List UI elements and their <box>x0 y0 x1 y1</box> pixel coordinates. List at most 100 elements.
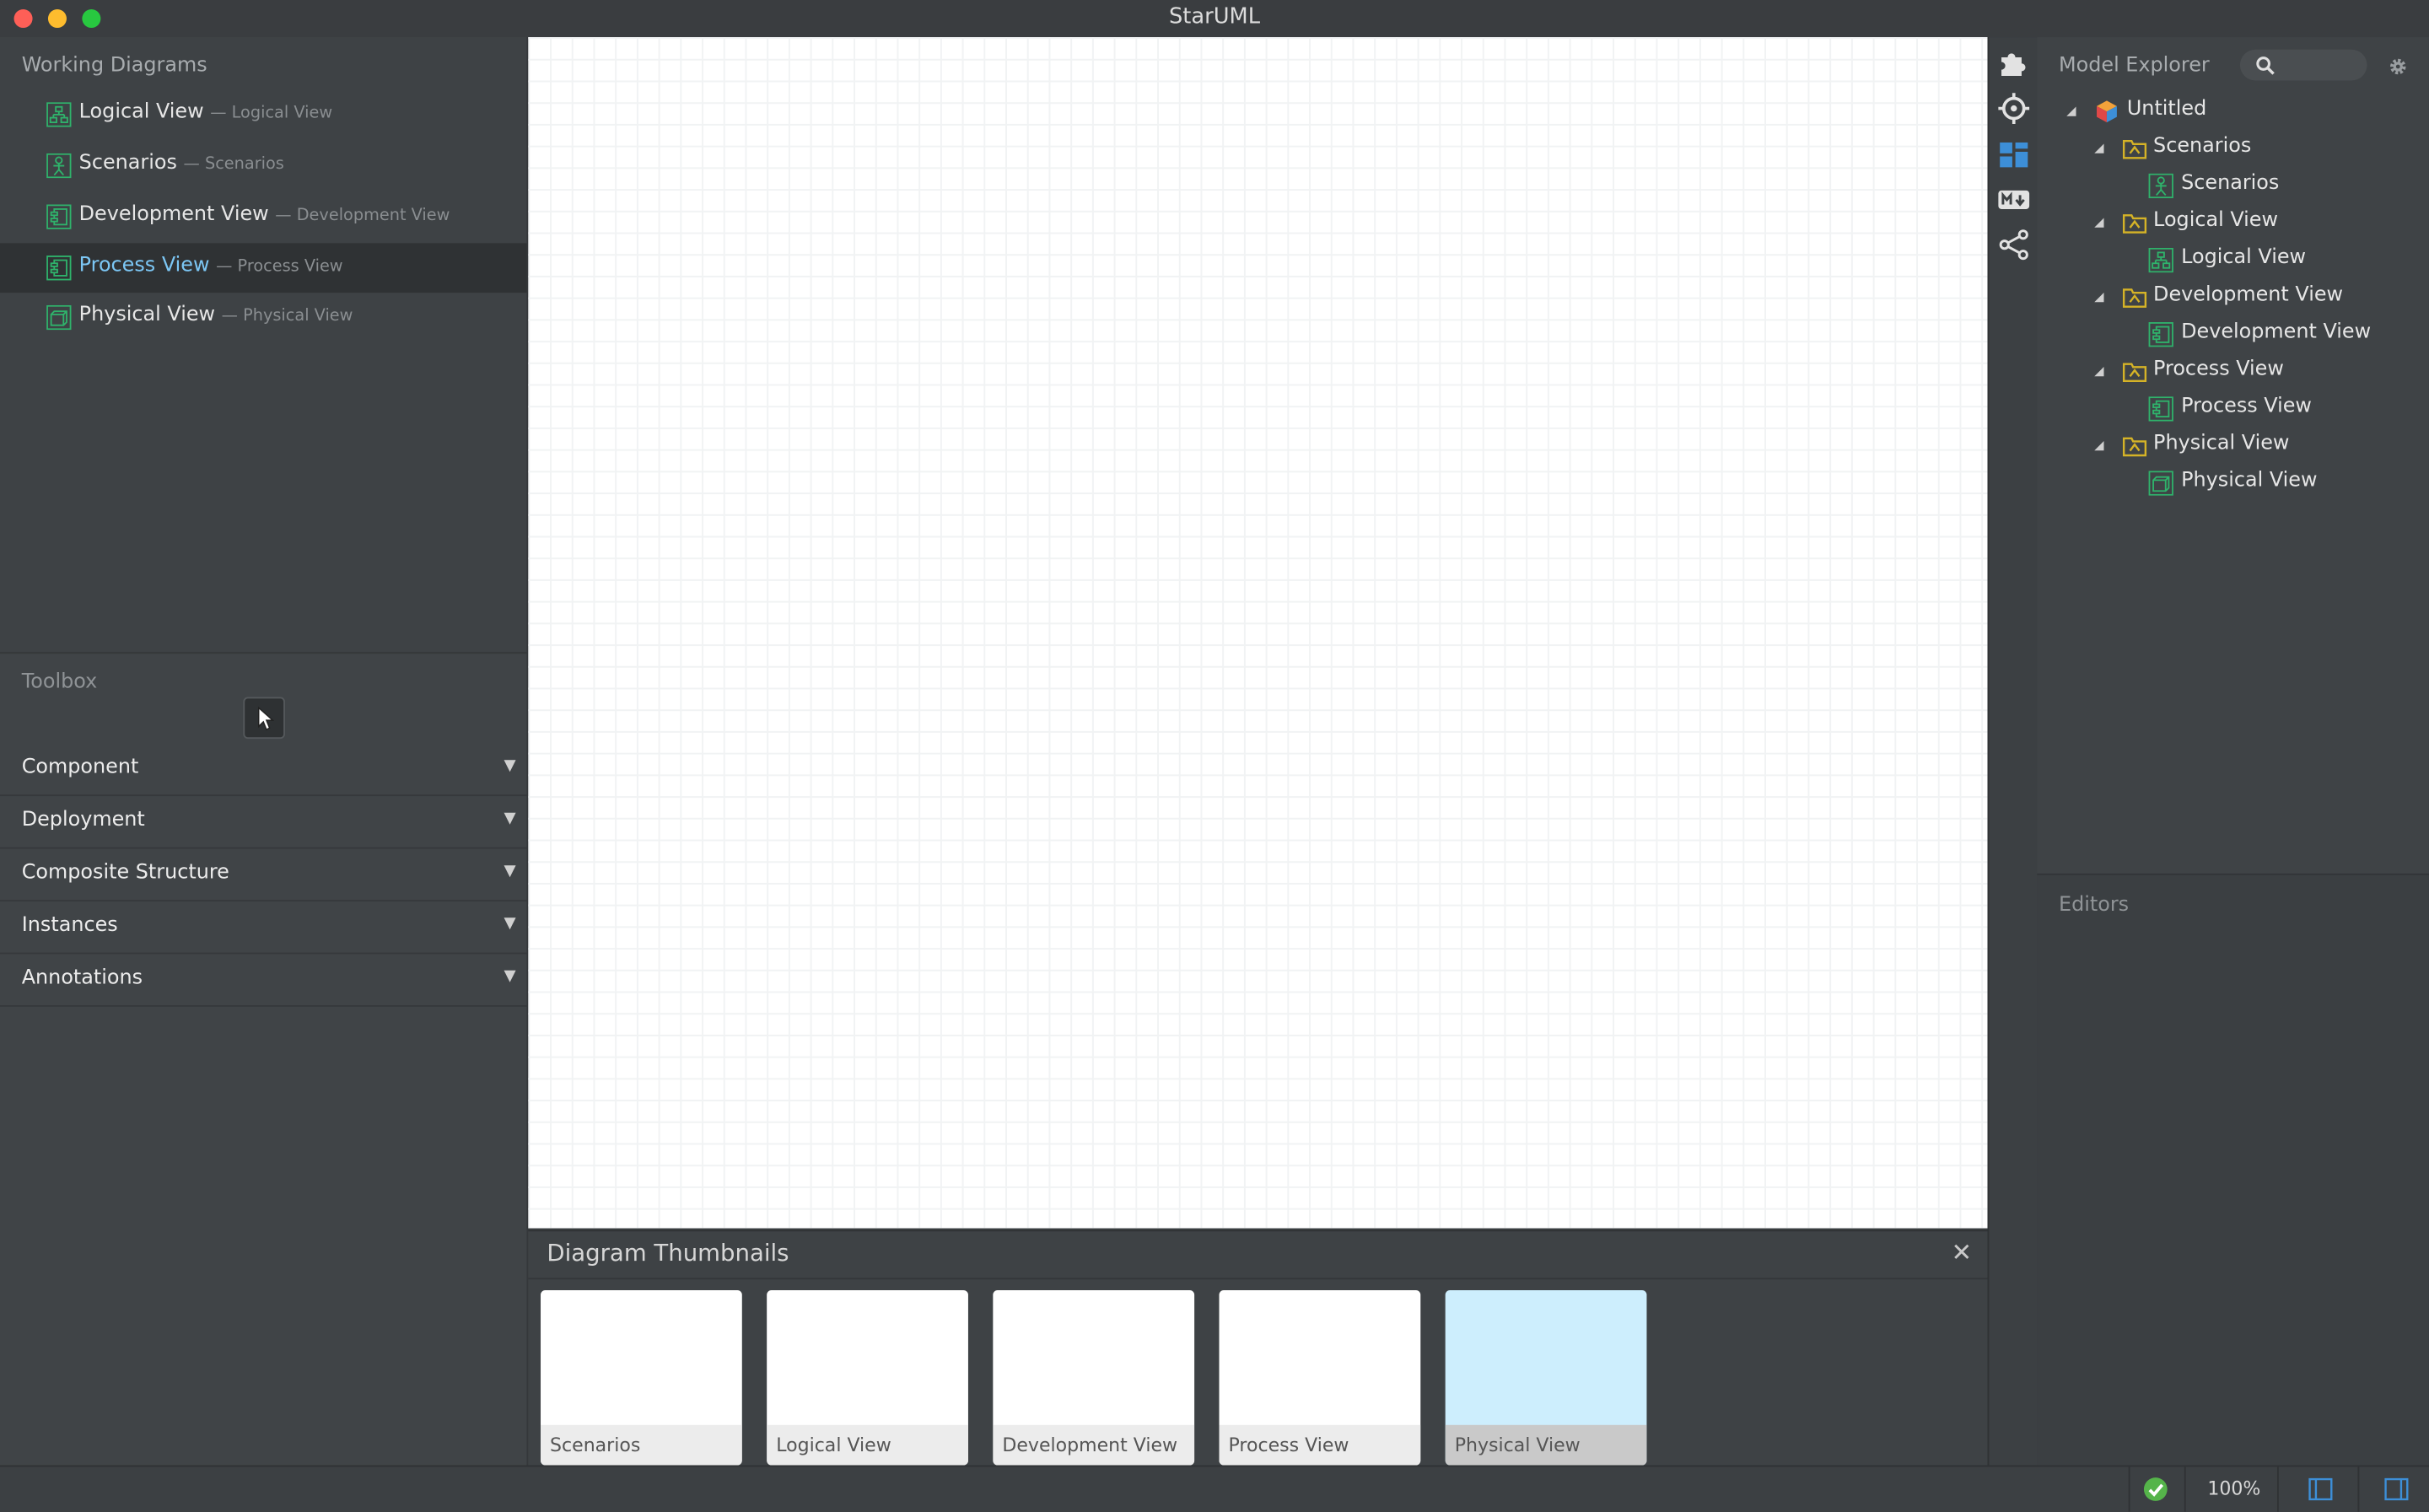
tree-node-diagram[interactable]: Logical View <box>2037 242 2429 279</box>
model-explorer-panel: Model Explorer ◢ Untitled ◢ Scenarios Sc… <box>2037 37 2429 874</box>
pointer-icon <box>257 706 275 731</box>
tree-node-package[interactable]: ◢ Development View <box>2037 279 2429 316</box>
working-diagram-label: Logical View <box>78 100 204 124</box>
tree-node-label: Scenarios <box>2181 171 2280 196</box>
divider <box>528 1278 1988 1280</box>
navigate-icon <box>1998 93 2030 124</box>
pointer-tool-button[interactable] <box>243 697 285 740</box>
working-diagram-item-selected[interactable]: Process View — Process View <box>0 243 527 293</box>
working-diagram-sublabel: — Process View <box>216 256 343 276</box>
toggle-right-sidebar-icon[interactable] <box>2383 1476 2410 1504</box>
toolbox-group-label: Deployment <box>21 808 145 832</box>
usecase-diagram-icon <box>2148 173 2173 199</box>
check-icon[interactable] <box>2142 1476 2168 1502</box>
search-icon <box>2256 56 2275 75</box>
markdown-button[interactable] <box>1997 183 2031 217</box>
diagram-canvas[interactable] <box>528 37 1988 1229</box>
working-diagram-item[interactable]: Logical View — Logical View <box>0 90 526 140</box>
working-diagram-label: Development View <box>78 202 269 227</box>
class-diagram-icon <box>46 102 72 127</box>
caret-down-icon: ▼ <box>504 863 516 880</box>
tree-node-label: Scenarios <box>2153 134 2252 159</box>
tree-node-package[interactable]: ◢ Process View <box>2037 353 2429 390</box>
thumbnail-label: Process View <box>1219 1424 1421 1466</box>
side-toolbar <box>1987 37 2039 1466</box>
working-diagram-sublabel: — Scenarios <box>183 154 284 174</box>
toolbox-group-instances[interactable]: Instances ▼ <box>0 900 527 955</box>
working-diagram-label: Physical View <box>78 303 216 327</box>
toggle-left-sidebar-icon[interactable] <box>2307 1476 2335 1504</box>
working-diagram-item[interactable]: Scenarios — Scenarios <box>0 141 526 191</box>
tree-node-label: Development View <box>2153 283 2344 307</box>
tree-node-label: Physical View <box>2181 469 2318 493</box>
expand-arrow-icon[interactable]: ◢ <box>2094 215 2103 229</box>
tree-node-label: Untitled <box>2126 97 2207 121</box>
status-bar: 100% <box>0 1465 2429 1512</box>
window-title: StarUML <box>1168 4 1261 30</box>
left-sidebar: Working Diagrams Logical View — Logical … <box>0 37 529 1467</box>
component-diagram-icon <box>2148 322 2173 347</box>
tree-node-diagram[interactable]: Process View <box>2037 390 2429 428</box>
model-explorer-title: Model Explorer <box>2059 54 2210 78</box>
title-bar: StarUML <box>0 0 2429 39</box>
thumbnail-card[interactable]: Development View <box>993 1289 1195 1466</box>
deployment-diagram-icon <box>46 304 72 331</box>
navigate-button[interactable] <box>1997 91 2031 125</box>
tree-node-diagram[interactable]: Physical View <box>2037 465 2429 502</box>
thumbnail-card-active[interactable]: Physical View <box>1445 1289 1647 1466</box>
working-diagrams-panel: Working Diagrams Logical View — Logical … <box>0 37 527 653</box>
package-icon <box>2122 437 2147 457</box>
tree-node-package[interactable]: ◢ Scenarios <box>2037 130 2429 167</box>
toolbox-group-label: Instances <box>21 913 118 938</box>
extension-manager-button[interactable] <box>1997 45 2031 78</box>
component-diagram-icon <box>46 204 72 229</box>
tree-node-label: Development View <box>2181 320 2372 344</box>
package-icon <box>2122 363 2147 383</box>
expand-arrow-icon[interactable]: ◢ <box>2094 364 2103 379</box>
tree-node-root[interactable]: ◢ Untitled <box>2037 93 2429 130</box>
share-button[interactable] <box>1997 228 2031 261</box>
divider <box>2357 1466 2360 1512</box>
share-icon <box>1999 229 2028 261</box>
toolbox-group-deployment[interactable]: Deployment ▼ <box>0 794 527 849</box>
tree-node-package[interactable]: ◢ Logical View <box>2037 204 2429 241</box>
project-cube-icon <box>2097 100 2117 123</box>
tree-node-diagram[interactable]: Development View <box>2037 316 2429 353</box>
diagram-thumbnails-button[interactable] <box>1997 137 2031 171</box>
expand-arrow-icon[interactable]: ◢ <box>2066 104 2076 118</box>
thumbnail-card[interactable]: Logical View <box>767 1289 968 1466</box>
editors-panel: Editors <box>2037 873 2429 1467</box>
toolbox-group-annotations[interactable]: Annotations ▼ <box>0 953 527 1007</box>
working-diagram-sublabel: — Physical View <box>221 306 353 326</box>
expand-arrow-icon[interactable]: ◢ <box>2094 289 2103 304</box>
tree-node-diagram[interactable]: Scenarios <box>2037 167 2429 204</box>
expand-arrow-icon[interactable]: ◢ <box>2094 439 2103 453</box>
expand-arrow-icon[interactable]: ◢ <box>2094 141 2103 155</box>
package-icon <box>2122 214 2147 234</box>
working-diagram-label: Process View <box>78 254 210 277</box>
tree-node-label: Process View <box>2153 358 2284 381</box>
toolbox-group-component[interactable]: Component ▼ <box>0 742 527 797</box>
toolbox-group-composite-structure[interactable]: Composite Structure ▼ <box>0 847 527 901</box>
working-diagram-item[interactable]: Development View — Development View <box>0 192 526 242</box>
thumbnail-card[interactable]: Process View <box>1219 1289 1421 1466</box>
extension-manager-icon <box>2001 53 2026 76</box>
gear-icon[interactable] <box>2387 56 2409 78</box>
class-diagram-icon <box>2148 247 2173 273</box>
thumbnail-card[interactable]: Scenarios <box>541 1289 742 1466</box>
tree-node-package[interactable]: ◢ Physical View <box>2037 428 2429 465</box>
model-search-input[interactable] <box>2239 49 2367 81</box>
tree-node-label: Logical View <box>2181 246 2307 270</box>
close-icon[interactable]: ✕ <box>1952 1238 1973 1267</box>
thumbnail-label: Development View <box>993 1424 1195 1466</box>
working-diagram-item[interactable]: Physical View — Physical View <box>0 293 526 342</box>
toolbox-group-label: Component <box>21 756 139 779</box>
toolbox-panel: Toolbox Component ▼ Deployment ▼ Composi… <box>0 652 527 1467</box>
divider <box>2276 1466 2279 1512</box>
toolbox-group-label: Composite Structure <box>21 861 229 885</box>
diagram-thumbnails-panel: Diagram Thumbnails ✕ Scenarios Logical V… <box>528 1230 1988 1467</box>
component-diagram-icon <box>2148 396 2173 422</box>
zoom-level[interactable]: 100% <box>2207 1477 2260 1499</box>
working-diagram-sublabel: — Logical View <box>210 104 333 123</box>
caret-down-icon: ▼ <box>504 915 516 933</box>
